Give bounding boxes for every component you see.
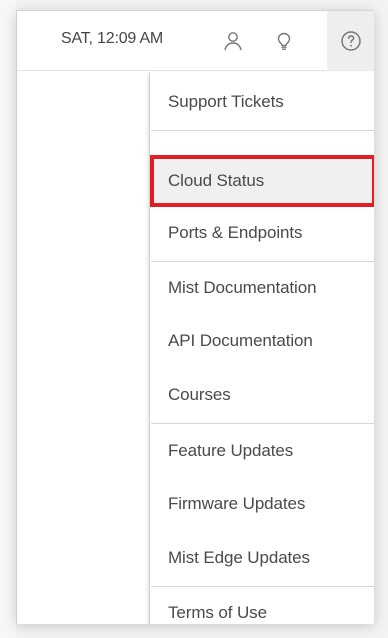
menu-item-support-tickets[interactable]: Support Tickets xyxy=(151,76,374,128)
menu-item-terms-of-use[interactable]: Terms of Use xyxy=(151,587,374,624)
menu-item-api-documentation[interactable]: API Documentation xyxy=(151,315,374,367)
datetime-label: SAT, 12:09 AM xyxy=(61,30,164,47)
help-icon xyxy=(341,31,361,51)
menu-divider xyxy=(151,423,374,424)
top-bar: SAT, 12:09 AM xyxy=(17,11,374,71)
menu-divider xyxy=(151,130,374,131)
menu-item-label: API Documentation xyxy=(168,331,313,350)
lightbulb-icon[interactable] xyxy=(271,28,297,54)
menu-item-label: Mist Documentation xyxy=(168,278,317,297)
lightbulb-icon-svg xyxy=(277,32,291,50)
menu-item-cloud-status[interactable]: Cloud Status xyxy=(151,155,374,207)
screen: SAT, 12:09 AM Support Tickets Cloud Stat… xyxy=(0,0,388,638)
menu-item-feature-updates[interactable]: Feature Updates xyxy=(151,425,374,477)
menu-item-label: Ports & Endpoints xyxy=(168,223,303,242)
menu-item-label: Cloud Status xyxy=(168,171,265,190)
help-button[interactable] xyxy=(327,11,374,71)
menu-item-mist-documentation[interactable]: Mist Documentation xyxy=(151,262,374,314)
menu-item-mist-edge-updates[interactable]: Mist Edge Updates xyxy=(151,532,374,584)
menu-item-label: Courses xyxy=(168,385,231,404)
page-edge xyxy=(0,0,16,638)
menu-item-ports-endpoints[interactable]: Ports & Endpoints xyxy=(151,207,374,259)
menu-item-label: Mist Edge Updates xyxy=(168,548,310,567)
menu-item-label: Support Tickets xyxy=(168,92,284,111)
user-icon-svg xyxy=(224,32,242,51)
menu-item-firmware-updates[interactable]: Firmware Updates xyxy=(151,478,374,530)
menu-item-label: Firmware Updates xyxy=(168,494,306,513)
help-menu: Support Tickets Cloud Status Ports & End… xyxy=(149,72,374,624)
app-window: SAT, 12:09 AM Support Tickets Cloud Stat… xyxy=(16,10,374,624)
menu-item-courses[interactable]: Courses xyxy=(151,369,374,421)
menu-item-label: Feature Updates xyxy=(168,441,294,460)
user-icon[interactable] xyxy=(220,28,246,54)
menu-item-label: Terms of Use xyxy=(168,603,267,622)
